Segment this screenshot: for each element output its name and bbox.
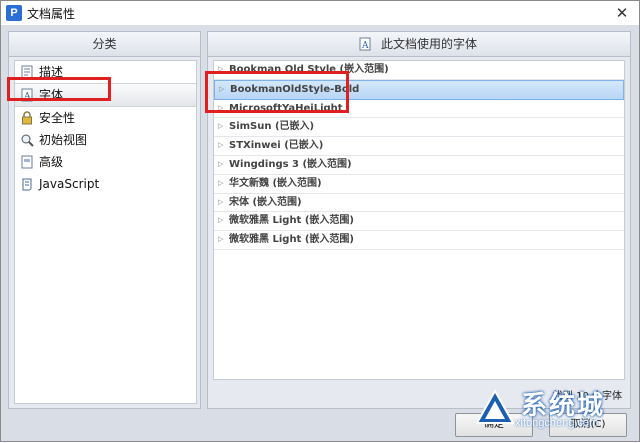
font-name: SimSun (已嵌入) — [229, 121, 315, 133]
font-row[interactable]: ▷ Wingdings 3 (嵌入范围) — [214, 156, 624, 175]
expand-triangle-icon[interactable]: ▷ — [218, 156, 223, 174]
window-title: 文档属性 — [27, 7, 76, 21]
watermark: 系统城 xitongcheng.com — [475, 385, 640, 443]
magnifier-icon — [21, 134, 34, 147]
font-name: STXinwei (已嵌入) — [229, 140, 324, 152]
category-item-initial-view[interactable]: 初始视图 — [15, 129, 196, 151]
font-row[interactable]: ▷ 华文新魏 (嵌入范围) — [214, 175, 624, 194]
font-row[interactable]: ▷ 微软雅黑 Light (嵌入范围) — [214, 231, 624, 250]
font-row[interactable]: ▷ SimSun (已嵌入) — [214, 118, 624, 138]
font-row[interactable]: ▷ 微软雅黑 Light (嵌入范围) — [214, 212, 624, 232]
page-icon — [21, 155, 33, 169]
fonts-header-label: 此文档使用的字体 — [380, 37, 477, 51]
app-icon: P — [6, 5, 22, 21]
category-label: JavaScript — [39, 177, 100, 191]
annotation-highlight-category — [7, 77, 111, 101]
lock-icon — [22, 111, 32, 125]
category-item-javascript[interactable]: JavaScript — [15, 173, 196, 195]
expand-triangle-icon[interactable]: ▷ — [218, 194, 223, 212]
document-properties-dialog: P 文档属性 ✕ 分类 描述 A 字体 安全性 初始视图 高级 JavaScri… — [0, 0, 640, 442]
font-name: 宋体 (嵌入范围) — [229, 196, 302, 208]
font-icon: A — [359, 37, 371, 51]
category-label: 安全性 — [39, 111, 76, 125]
script-icon — [22, 178, 32, 191]
annotation-highlight-fonts — [205, 71, 349, 113]
expand-triangle-icon[interactable]: ▷ — [218, 212, 223, 230]
watermark-logo-icon — [475, 389, 515, 424]
font-name: Wingdings 3 (嵌入范围) — [229, 158, 352, 170]
expand-triangle-icon[interactable]: ▷ — [218, 137, 223, 155]
category-item-security[interactable]: 安全性 — [15, 107, 196, 129]
watermark-url: xitongcheng.com — [515, 417, 599, 429]
font-name: 华文新魏 (嵌入范围) — [229, 177, 322, 189]
expand-triangle-icon[interactable]: ▷ — [218, 231, 223, 249]
category-label: 高级 — [39, 155, 64, 169]
close-icon[interactable]: ✕ — [611, 3, 633, 23]
font-name: 微软雅黑 Light (嵌入范围) — [229, 234, 354, 246]
category-header: 分类 — [9, 32, 200, 57]
font-name: 微软雅黑 Light (嵌入范围) — [229, 215, 354, 227]
category-label: 初始视图 — [39, 133, 88, 147]
font-row[interactable]: ▷ 宋体 (嵌入范围) — [214, 194, 624, 213]
category-item-advanced[interactable]: 高级 — [15, 151, 196, 173]
category-list: 描述 A 字体 安全性 初始视图 高级 JavaScript — [14, 60, 197, 404]
title-bar: P 文档属性 ✕ — [1, 1, 639, 25]
expand-triangle-icon[interactable]: ▷ — [218, 118, 223, 136]
svg-text:A: A — [361, 41, 369, 51]
fonts-header: A 此文档使用的字体 — [208, 32, 630, 57]
font-row[interactable]: ▷ STXinwei (已嵌入) — [214, 137, 624, 156]
expand-triangle-icon[interactable]: ▷ — [218, 175, 223, 193]
